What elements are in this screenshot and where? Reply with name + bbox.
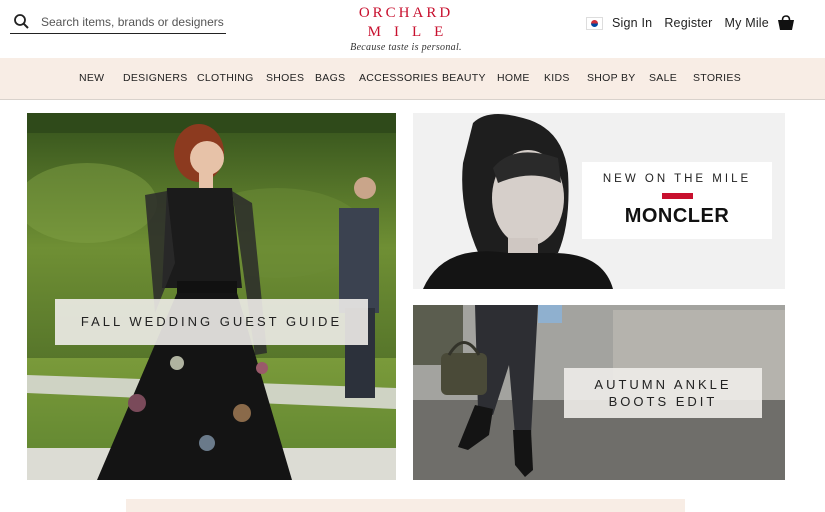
nav-item-new[interactable]: NEW	[79, 72, 104, 84]
main-navigation: NEW DESIGNERS CLOTHING SHOES BAGS ACCESS…	[0, 58, 825, 100]
autumn-ankle-boots-label[interactable]: AUTUMN ANKLE BOOTS EDIT	[564, 368, 762, 418]
nav-item-clothing[interactable]: CLOTHING	[197, 72, 254, 84]
logo-tagline: Because taste is personal.	[350, 42, 462, 53]
autumn-ankle-boots-line-1: AUTUMN ANKLE	[594, 377, 732, 392]
wedding-guest-photo	[27, 113, 396, 480]
red-divider	[661, 193, 693, 199]
bottom-promo-strip	[126, 499, 685, 512]
new-on-the-mile-label: NEW ON THE MILE	[602, 173, 752, 185]
shopping-bag-icon[interactable]	[777, 15, 795, 31]
nav-item-beauty[interactable]: BEAUTY	[442, 72, 486, 84]
search-icon[interactable]	[13, 13, 31, 31]
sign-in-link[interactable]: Sign In	[612, 16, 652, 30]
new-on-the-mile-moncler-tile[interactable]: NEW ON THE MILE MONCLER	[413, 113, 785, 289]
nav-item-home[interactable]: HOME	[497, 72, 530, 84]
fall-wedding-guest-guide-label[interactable]: FALL WEDDING GUEST GUIDE	[55, 299, 368, 345]
account-menu: Sign In Register My Mile	[586, 12, 795, 34]
nav-item-shop-by[interactable]: SHOP BY	[587, 72, 636, 84]
autumn-ankle-boots-tile[interactable]: AUTUMN ANKLE BOOTS EDIT	[413, 305, 785, 480]
nav-item-sale[interactable]: SALE	[649, 72, 677, 84]
moncler-brand-label: MONCLER	[624, 205, 730, 227]
nav-item-designers[interactable]: DESIGNERS	[123, 72, 188, 84]
logo-line-1: ORCHARD	[358, 5, 454, 21]
my-mile-link[interactable]: My Mile	[724, 16, 768, 30]
site-logo[interactable]: ORCHARD MILE Because taste is personal.	[340, 4, 472, 53]
logo-line-2: MILE	[367, 24, 457, 40]
moncler-promo-box[interactable]: NEW ON THE MILE MONCLER	[582, 162, 772, 239]
register-link[interactable]: Register	[664, 16, 712, 30]
nav-item-shoes[interactable]: SHOES	[266, 72, 304, 84]
nav-item-accessories[interactable]: ACCESSORIES	[359, 72, 438, 84]
search-input[interactable]	[41, 15, 226, 29]
nav-item-bags[interactable]: BAGS	[315, 72, 345, 84]
site-header: ORCHARD MILE Because taste is personal. …	[0, 0, 825, 58]
autumn-ankle-boots-line-2: BOOTS EDIT	[608, 394, 718, 409]
korea-flag-icon[interactable]	[586, 16, 603, 30]
search-bar[interactable]	[10, 11, 226, 34]
fall-wedding-guest-guide-tile[interactable]: FALL WEDDING GUEST GUIDE	[27, 113, 396, 480]
nav-item-kids[interactable]: KIDS	[544, 72, 570, 84]
nav-item-stories[interactable]: STORIES	[693, 72, 741, 84]
